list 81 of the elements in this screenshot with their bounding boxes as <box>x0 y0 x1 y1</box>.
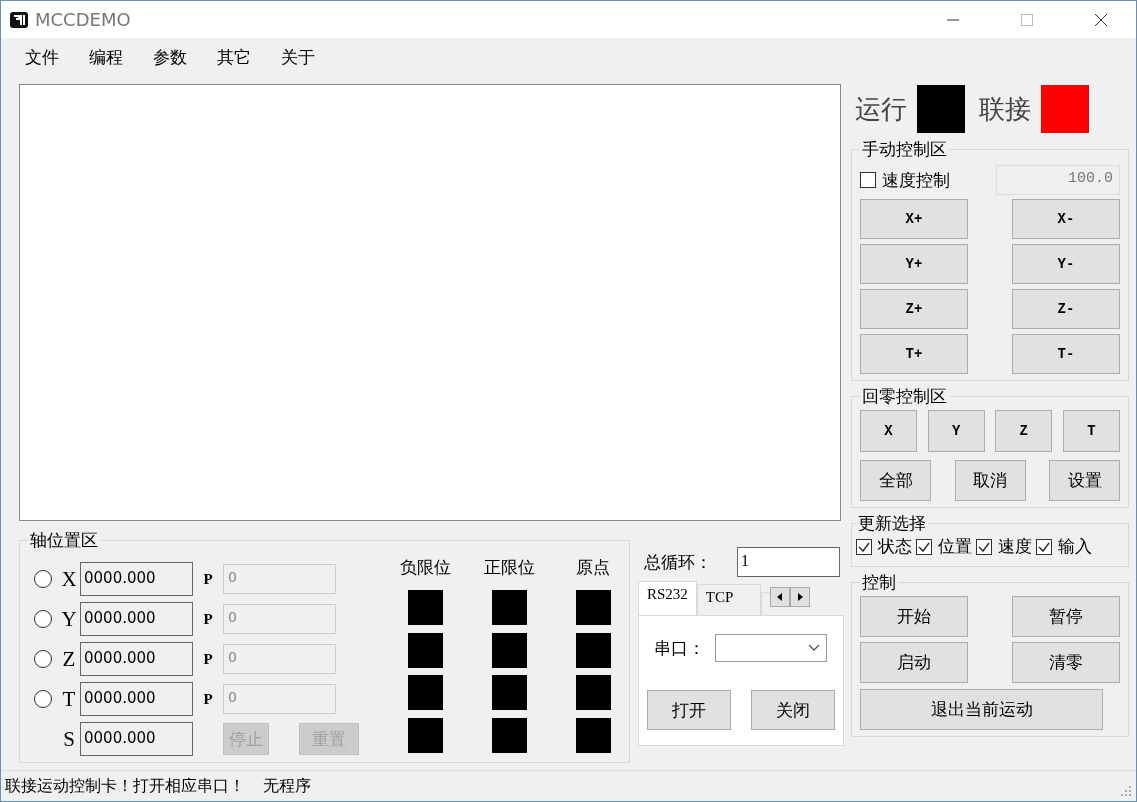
control-button[interactable]: 启动 <box>860 642 968 683</box>
home-axis-button[interactable]: X <box>860 410 917 452</box>
checkbox-label: 速度控制 <box>882 168 950 192</box>
tab[interactable]: RS232 <box>638 581 697 615</box>
control-button[interactable]: 暂停 <box>1012 596 1120 637</box>
home-button[interactable]: 设置 <box>1049 460 1120 501</box>
radio-button[interactable] <box>34 610 52 628</box>
home-axis-button[interactable]: Y <box>927 410 985 452</box>
radio-button[interactable] <box>34 650 52 668</box>
position-field[interactable]: 0000.000 <box>80 722 193 756</box>
column-header: 正限位 <box>482 556 536 579</box>
column-header: 负限位 <box>398 556 452 579</box>
group-title: 更新选择 <box>857 512 927 535</box>
field-label: 串口： <box>654 636 705 660</box>
scroll-left-icon[interactable] <box>769 587 790 607</box>
jog-button[interactable]: Y+ <box>860 244 968 284</box>
axis-label: T <box>61 686 77 712</box>
radio-button[interactable] <box>34 570 52 588</box>
menu-item[interactable]: 关于 <box>281 45 315 69</box>
menu-item[interactable]: 其它 <box>217 45 251 69</box>
p-label: P <box>202 690 214 708</box>
axis-label: S <box>62 726 76 752</box>
home-button[interactable]: 全部 <box>860 460 931 501</box>
speed-field[interactable]: 100.0 <box>996 165 1120 195</box>
window-title: MCCDEMO <box>35 9 131 30</box>
jog-button[interactable]: Z+ <box>860 289 968 329</box>
position-field[interactable]: 0000.000 <box>80 602 193 636</box>
group-title: 手动控制区 <box>861 138 948 161</box>
p-label: P <box>202 570 214 588</box>
checkbox-label: 输入 <box>1058 535 1092 558</box>
p-label: P <box>202 650 214 668</box>
jog-button[interactable]: Z- <box>1012 289 1120 329</box>
checkbox-label: 状态 <box>878 535 912 558</box>
p-label: P <box>202 610 214 628</box>
position-field[interactable]: 0000.000 <box>80 562 193 596</box>
exit-motion-button[interactable]: 退出当前运动 <box>860 689 1103 730</box>
group-title: 控制 <box>861 571 897 594</box>
menu-item[interactable]: 参数 <box>153 45 187 69</box>
home-axis-button[interactable]: T <box>1062 410 1120 452</box>
checkbox[interactable] <box>856 538 872 555</box>
checkbox[interactable] <box>976 538 992 555</box>
checkbox-label: 位置 <box>938 535 972 558</box>
column-header: 原点 <box>575 556 611 579</box>
group-title: 轴位置区 <box>29 529 99 552</box>
jog-button[interactable]: T- <box>1012 334 1120 374</box>
port-dropdown[interactable] <box>715 634 827 662</box>
position-field[interactable]: 0000.000 <box>80 682 193 716</box>
close-icon[interactable] <box>1094 12 1108 27</box>
serial-button[interactable]: 打开 <box>647 690 731 730</box>
checkbox[interactable] <box>1036 538 1052 555</box>
chevron-down-icon <box>808 644 820 652</box>
checkbox-label: 速度 <box>998 535 1032 558</box>
axis-label: X <box>60 566 78 592</box>
axis-label: Z <box>61 646 77 672</box>
group-title: 回零控制区 <box>861 385 948 408</box>
indicator-label: 联接 <box>979 92 1031 126</box>
tab[interactable]: TCP <box>696 584 761 615</box>
indicator-label: 运行 <box>855 92 907 126</box>
field-label: 总循环： <box>644 550 712 574</box>
control-button[interactable]: 开始 <box>860 596 968 637</box>
axis-label: Y <box>60 606 78 632</box>
scroll-right-icon[interactable] <box>789 587 810 607</box>
loop-count-field[interactable]: 1 <box>737 547 840 577</box>
control-button[interactable]: 清零 <box>1012 642 1120 683</box>
status-text: 联接运动控制卡！打开相应串口！ <box>5 775 245 797</box>
jog-button[interactable]: X+ <box>860 199 968 239</box>
resize-grip-icon[interactable] <box>1120 785 1132 797</box>
serial-button[interactable]: 关闭 <box>751 690 835 730</box>
radio-button[interactable] <box>34 690 52 708</box>
checkbox[interactable] <box>860 172 876 188</box>
position-field[interactable]: 0000.000 <box>80 642 193 676</box>
jog-button[interactable]: Y- <box>1012 244 1120 284</box>
jog-button[interactable]: X- <box>1012 199 1120 239</box>
menu-item[interactable]: 文件 <box>25 45 59 69</box>
app-logo-icon <box>9 9 29 30</box>
checkbox[interactable] <box>916 538 932 555</box>
status-text: 无程序 <box>263 775 311 797</box>
menu-item[interactable]: 编程 <box>89 45 123 69</box>
home-axis-button[interactable]: Z <box>995 410 1053 452</box>
home-button[interactable]: 取消 <box>954 460 1026 501</box>
jog-button[interactable]: T+ <box>860 334 968 374</box>
